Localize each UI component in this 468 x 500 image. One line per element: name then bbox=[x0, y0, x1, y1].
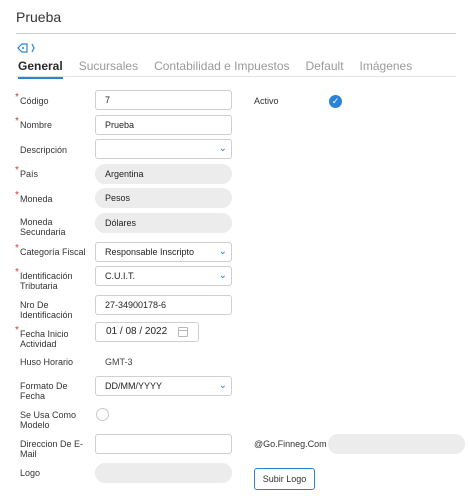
calendar-icon[interactable] bbox=[178, 327, 188, 337]
chevron-down-icon: ⌄ bbox=[218, 380, 227, 391]
pais-field: Argentina bbox=[95, 164, 232, 184]
descripcion-label: Descripción bbox=[20, 145, 68, 155]
categoria-fiscal-label: * Categoría Fiscal bbox=[15, 243, 86, 258]
required-marker: * bbox=[15, 325, 19, 336]
moneda-label: * Moneda bbox=[15, 190, 53, 205]
email-domain-field bbox=[328, 434, 465, 454]
required-marker: * bbox=[15, 243, 19, 254]
email-field[interactable] bbox=[95, 434, 232, 454]
title-divider bbox=[16, 33, 456, 34]
required-marker: * bbox=[15, 190, 19, 201]
chevron-down-icon: ⌄ bbox=[218, 246, 227, 257]
required-marker: * bbox=[15, 165, 19, 176]
chevron-down-icon: ⌄ bbox=[218, 143, 227, 154]
tag-icon[interactable] bbox=[16, 42, 40, 54]
nro-identificacion-label: Nro De Identificación bbox=[20, 300, 73, 320]
activo-label: Activo bbox=[254, 96, 279, 106]
tab-bar: General Sucursales Contabilidad e Impues… bbox=[18, 58, 428, 79]
check-circle-icon[interactable]: ✓ bbox=[329, 95, 342, 108]
tab-general[interactable]: General bbox=[18, 58, 63, 79]
required-marker: * bbox=[15, 92, 19, 103]
descripcion-select[interactable]: ⌄ bbox=[95, 139, 232, 159]
required-marker: * bbox=[15, 267, 19, 278]
usa-modelo-toggle[interactable] bbox=[96, 408, 109, 421]
tab-contabilidad-impuestos[interactable]: Contabilidad e Impuestos bbox=[154, 58, 289, 76]
required-marker: * bbox=[15, 116, 19, 127]
page-title: Prueba bbox=[16, 9, 62, 25]
logo-label: Logo bbox=[20, 468, 41, 478]
formato-fecha-select[interactable]: DD/MM/YYYY ⌄ bbox=[95, 376, 232, 396]
huso-horario-value: GMT-3 bbox=[105, 357, 133, 367]
moneda-secundaria-label: Moneda Secundaria bbox=[20, 217, 66, 237]
upload-logo-button[interactable]: Subir Logo bbox=[254, 468, 315, 490]
tab-imagenes[interactable]: Imágenes bbox=[360, 58, 413, 76]
formato-fecha-label: Formato De Fecha bbox=[20, 381, 68, 401]
logo-field bbox=[95, 463, 232, 483]
fecha-inicio-label: * Fecha Inicio Actividad bbox=[15, 325, 69, 350]
codigo-field[interactable]: 7 bbox=[95, 90, 232, 110]
usa-modelo-label: Se Usa Como Modelo bbox=[20, 410, 77, 430]
moneda-field: Pesos bbox=[95, 188, 232, 208]
email-domain-label: @Go.Finneg.Com bbox=[254, 439, 327, 449]
nombre-label: * Nombre bbox=[15, 116, 53, 131]
moneda-secundaria-field: Dólares bbox=[95, 213, 232, 233]
nombre-field[interactable]: Prueba bbox=[95, 115, 232, 135]
tab-default[interactable]: Default bbox=[306, 58, 344, 76]
pais-label: * País bbox=[15, 165, 39, 180]
nro-identificacion-field[interactable]: 27-34900178-6 bbox=[95, 295, 232, 315]
email-label: Direccion De E-Mail bbox=[20, 439, 84, 459]
chevron-down-icon: ⌄ bbox=[218, 270, 227, 281]
tabs-divider bbox=[16, 76, 456, 77]
categoria-fiscal-select[interactable]: Responsable Inscripto ⌄ bbox=[95, 242, 232, 262]
identificacion-tributaria-label: * Identificación Tributaria bbox=[15, 267, 73, 292]
huso-horario-label: Huso Horario bbox=[20, 357, 74, 367]
fecha-inicio-date-input[interactable]: 01 / 08 / 2022 bbox=[95, 322, 199, 342]
identificacion-tributaria-select[interactable]: C.U.I.T. ⌄ bbox=[95, 266, 232, 286]
tab-sucursales[interactable]: Sucursales bbox=[79, 58, 138, 76]
codigo-label: * Código bbox=[15, 92, 49, 107]
